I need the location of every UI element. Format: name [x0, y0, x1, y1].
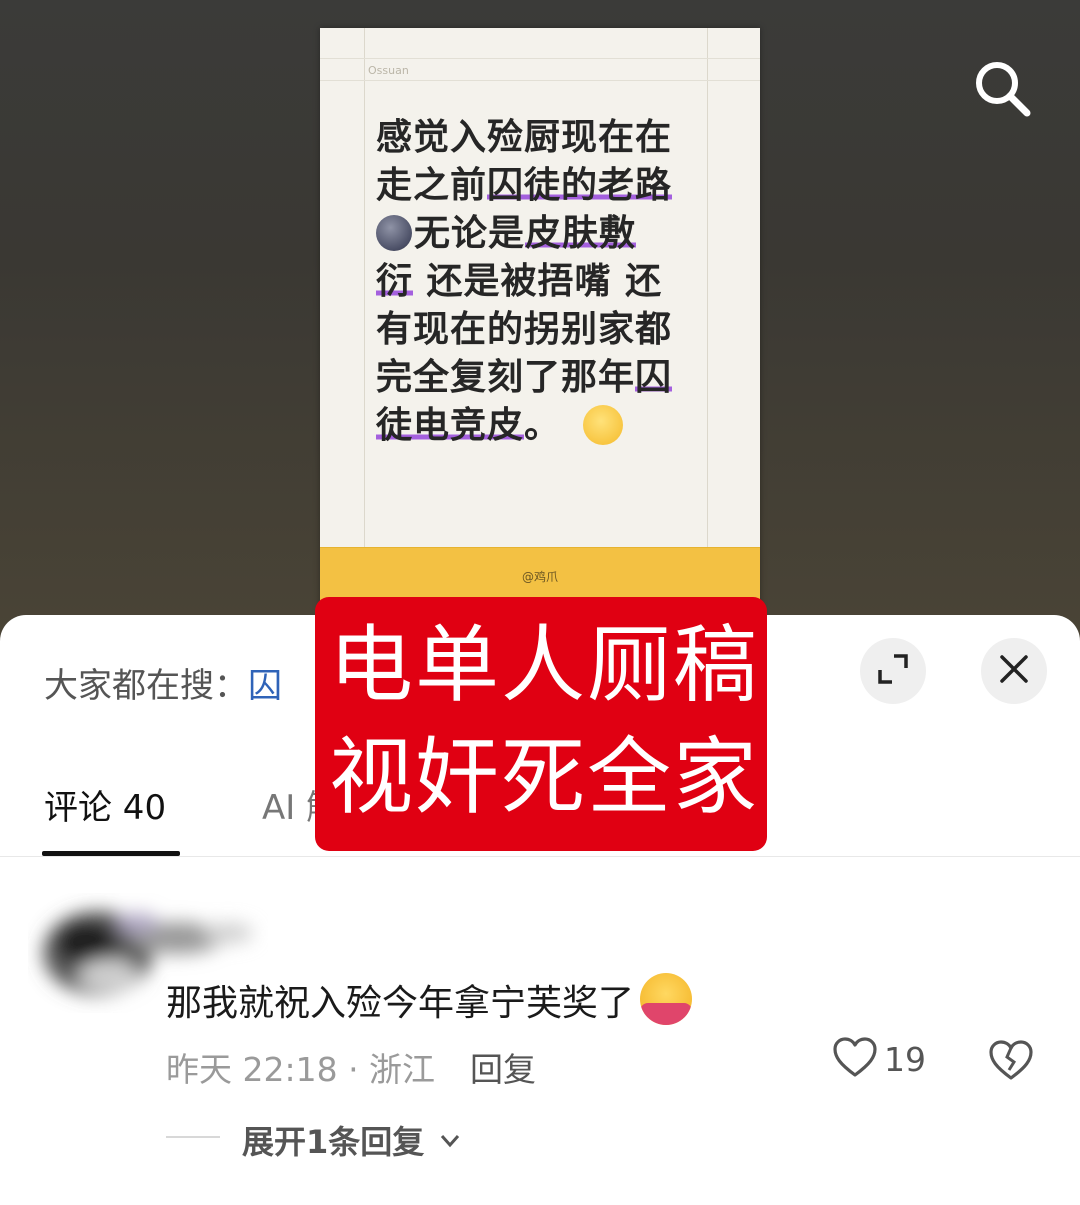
- note-text-segment: 无论是: [414, 213, 526, 254]
- new-moon-face-emoji: [376, 215, 412, 251]
- caption-line-2: 视奸死全家: [329, 728, 760, 826]
- hot-search-bar[interactable]: 大家都在搜：囚: [44, 658, 282, 707]
- comment-text: 那我就祝入殓今年拿宁芙奖了: [166, 983, 635, 1024]
- note-line: 走之前囚徒的老路: [376, 162, 716, 210]
- broken-heart-icon: [988, 1040, 1034, 1085]
- hot-search-keyword[interactable]: 囚: [248, 666, 282, 706]
- note-footer-tag: @鸡爪: [521, 570, 558, 584]
- note-rule-line: [320, 58, 760, 59]
- divider: [0, 856, 1080, 857]
- comment-body: 那我就祝入殓今年拿宁芙奖了: [166, 973, 693, 1026]
- note-text-segment: 。: [524, 405, 562, 446]
- highlighted-text: 囚: [635, 357, 673, 398]
- highlighted-text: 徒电竞皮: [376, 405, 525, 446]
- search-icon[interactable]: [972, 58, 1034, 120]
- close-button[interactable]: [981, 638, 1047, 704]
- note-image: Ossuan 感觉入殓厨现在在 走之前囚徒的老路 无论是皮肤敷衍 还是被捂嘴 还有现…: [320, 28, 760, 648]
- hot-search-prefix: 大家都在搜：: [44, 666, 248, 706]
- note-text-segment: 走之前: [376, 165, 488, 206]
- hugging-face-emoji: [640, 973, 693, 1025]
- note-text-segment: 还是被捂嘴 还: [413, 261, 663, 302]
- expand-replies-button[interactable]: 展开1条回复: [242, 1117, 461, 1163]
- note-line: 无论是皮肤敷: [376, 210, 716, 258]
- dislike-button[interactable]: [988, 1039, 1034, 1085]
- comment-time-location: 昨天 22:18 · 浙江: [166, 1050, 436, 1089]
- reply-button[interactable]: 回复: [470, 1043, 536, 1091]
- highlighted-text: 囚徒的老路: [487, 165, 673, 206]
- note-text-segment: 完全复刻了那年: [376, 357, 636, 398]
- caption-line-1: 电单人厕稿: [329, 616, 760, 714]
- like-button[interactable]: 19: [832, 1036, 926, 1082]
- expand-button[interactable]: [860, 638, 926, 704]
- chevron-down-icon: [435, 1123, 461, 1161]
- close-icon: [997, 652, 1031, 690]
- caption-overlay: 电单人厕稿 视奸死全家: [315, 597, 767, 851]
- heart-icon: [832, 1036, 878, 1082]
- note-line: 感觉入殓厨现在在: [376, 114, 716, 162]
- note-line: 衍 还是被捂嘴 还: [376, 258, 716, 306]
- expand-replies-line: [166, 1136, 220, 1138]
- note-text-segment: 感觉入殓厨现在在: [376, 117, 673, 158]
- note-line: 完全复刻了那年囚: [376, 354, 716, 402]
- note-rule-line: [320, 80, 760, 81]
- highlighted-text: 皮肤敷: [525, 213, 637, 254]
- note-text: 感觉入殓厨现在在 走之前囚徒的老路 无论是皮肤敷衍 还是被捂嘴 还有现在的拐别家都完…: [376, 114, 716, 450]
- tab-comments[interactable]: 评论 40: [44, 780, 166, 829]
- note-line: 有现在的拐别家都: [376, 306, 716, 354]
- note-header-small: Ossuan: [368, 64, 409, 77]
- note-line: 徒电竞皮。: [376, 402, 716, 450]
- expand-replies-label: 展开1条回复: [242, 1123, 425, 1161]
- pleading-face-emoji: [583, 405, 624, 445]
- highlighted-text: 衍: [376, 261, 414, 302]
- expand-icon: [876, 652, 910, 690]
- like-count: 19: [884, 1039, 926, 1079]
- note-text-segment: 有现在的拐别家都: [376, 309, 673, 350]
